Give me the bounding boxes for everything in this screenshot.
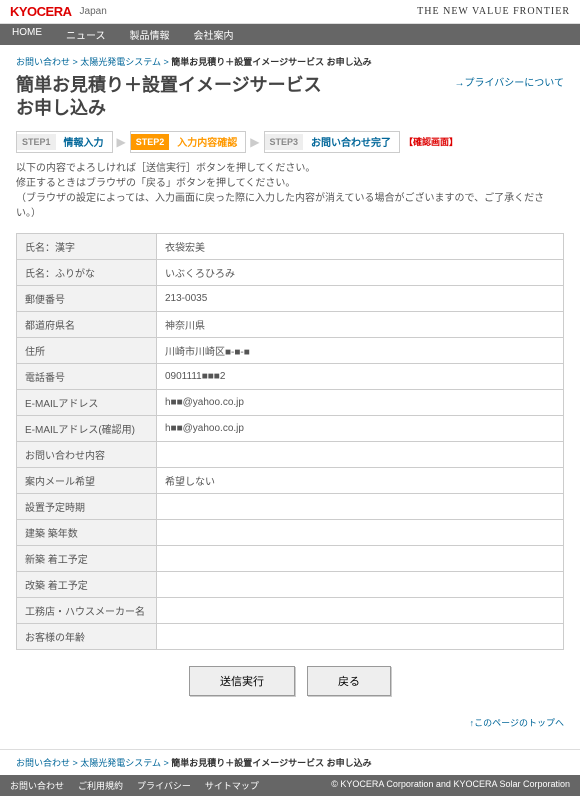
row-label: 郵便番号 [17,285,157,311]
row-value: h■■@yahoo.co.jp [157,415,564,441]
pagetop-link[interactable]: ↑このページのトップへ [470,718,564,728]
footer-terms[interactable]: ご利用規約 [78,779,123,792]
submit-button[interactable]: 送信実行 [189,666,295,696]
footer: お問い合わせ ご利用規約 プライバシー サイトマップ © KYOCERA Cor… [0,775,580,796]
row-value [157,493,564,519]
step3-text: お問い合わせ完了 [303,131,399,152]
row-label: 建築 築年数 [17,519,157,545]
step1-label: STEP1 [17,134,56,150]
row-label: 改築 着工予定 [17,571,157,597]
row-value [157,623,564,649]
row-value [157,519,564,545]
step2-label: STEP2 [131,134,170,150]
table-row: 都道府県名神奈川県 [17,311,564,337]
table-row: 改築 着工予定 [17,571,564,597]
table-row: E-MAILアドレス(確認用)h■■@yahoo.co.jp [17,415,564,441]
row-value: 0901111■■■2 [157,363,564,389]
table-row: 建築 築年数 [17,519,564,545]
region-label: Japan [80,6,107,17]
instruction-note: 以下の内容でよろしければ［送信実行］ボタンを押してください。 修正するときはブラ… [16,161,564,221]
tagline: THE NEW VALUE FRONTIER [417,6,570,17]
row-label: お問い合わせ内容 [17,441,157,467]
row-value: 213-0035 [157,285,564,311]
gnav-products[interactable]: 製品情報 [118,24,182,45]
confirm-badge: 【確認画面】 [404,135,458,148]
button-row: 送信実行 戻る [16,666,564,696]
table-row: 案内メール希望希望しない [17,467,564,493]
gnav-company[interactable]: 会社案内 [182,24,246,45]
row-label: お客様の年齢 [17,623,157,649]
table-row: 住所川崎市川崎区■-■-■ [17,337,564,363]
chevron-right-icon: ▶ [117,135,126,149]
bc-link-2[interactable]: 太陽光発電システム [80,57,161,67]
row-label: 都道府県名 [17,311,157,337]
row-value [157,545,564,571]
table-row: 氏名：ふりがないぶくろひろみ [17,259,564,285]
logo: KYOCERA Japan [10,4,107,19]
table-row: 氏名：漢字衣袋宏美 [17,233,564,259]
gnav-home[interactable]: HOME [0,24,54,45]
step-3: STEP3 お問い合わせ完了 [264,131,401,153]
privacy-link[interactable]: →プライバシーについて [455,74,565,89]
row-label: 案内メール希望 [17,467,157,493]
row-value: 川崎市川崎区■-■-■ [157,337,564,363]
fbc-link-1[interactable]: お問い合わせ [16,758,70,768]
breadcrumb: お問い合わせ > 太陽光発電システム > 簡単お見積り＋設置イメージサービス お… [16,55,564,68]
row-label: 設置予定時期 [17,493,157,519]
global-nav: HOME ニュース 製品情報 会社案内 [0,24,580,45]
step3-label: STEP3 [265,134,304,150]
table-row: お問い合わせ内容 [17,441,564,467]
row-value: 衣袋宏美 [157,233,564,259]
fbc-link-2[interactable]: 太陽光発電システム [80,758,161,768]
row-value [157,441,564,467]
row-value: 神奈川県 [157,311,564,337]
footer-privacy[interactable]: プライバシー [137,779,191,792]
chevron-right-icon: ▶ [250,135,259,149]
table-row: 電話番号0901111■■■2 [17,363,564,389]
row-value: 希望しない [157,467,564,493]
row-value: h■■@yahoo.co.jp [157,389,564,415]
footer-breadcrumb: お問い合わせ > 太陽光発電システム > 簡単お見積り＋設置イメージサービス お… [0,749,580,775]
confirmation-table: 氏名：漢字衣袋宏美氏名：ふりがないぶくろひろみ郵便番号213-0035都道府県名… [16,233,564,650]
footer-sitemap[interactable]: サイトマップ [205,779,259,792]
step-2: STEP2 入力内容確認 [130,131,247,153]
table-row: 郵便番号213-0035 [17,285,564,311]
row-label: 氏名：漢字 [17,233,157,259]
page-title: 簡単お見積り＋設置イメージサービス お申し込み [16,74,322,121]
brand-mark: KYOCERA [10,4,72,19]
footer-contact[interactable]: お問い合わせ [10,779,64,792]
table-row: 設置予定時期 [17,493,564,519]
step-indicator: STEP1 情報入力 ▶ STEP2 入力内容確認 ▶ STEP3 お問い合わせ… [16,131,564,153]
row-label: E-MAILアドレス [17,389,157,415]
table-row: お客様の年齢 [17,623,564,649]
back-button[interactable]: 戻る [307,666,391,696]
table-row: 新築 着工予定 [17,545,564,571]
row-label: 氏名：ふりがな [17,259,157,285]
bc-link-1[interactable]: お問い合わせ [16,57,70,67]
table-row: 工務店・ハウスメーカー名 [17,597,564,623]
row-label: E-MAILアドレス(確認用) [17,415,157,441]
row-label: 電話番号 [17,363,157,389]
bc-current: 簡単お見積り＋設置イメージサービス お申し込み [171,57,371,67]
fbc-current: 簡単お見積り＋設置イメージサービス お申し込み [171,758,371,768]
row-value [157,571,564,597]
row-label: 工務店・ハウスメーカー名 [17,597,157,623]
row-label: 住所 [17,337,157,363]
table-row: E-MAILアドレスh■■@yahoo.co.jp [17,389,564,415]
copyright: © KYOCERA Corporation and KYOCERA Solar … [331,779,570,792]
step1-text: 情報入力 [56,131,112,152]
row-value: いぶくろひろみ [157,259,564,285]
gnav-news[interactable]: ニュース [54,24,118,45]
step-1: STEP1 情報入力 [16,131,113,153]
row-label: 新築 着工予定 [17,545,157,571]
step2-text: 入力内容確認 [169,131,245,152]
row-value [157,597,564,623]
